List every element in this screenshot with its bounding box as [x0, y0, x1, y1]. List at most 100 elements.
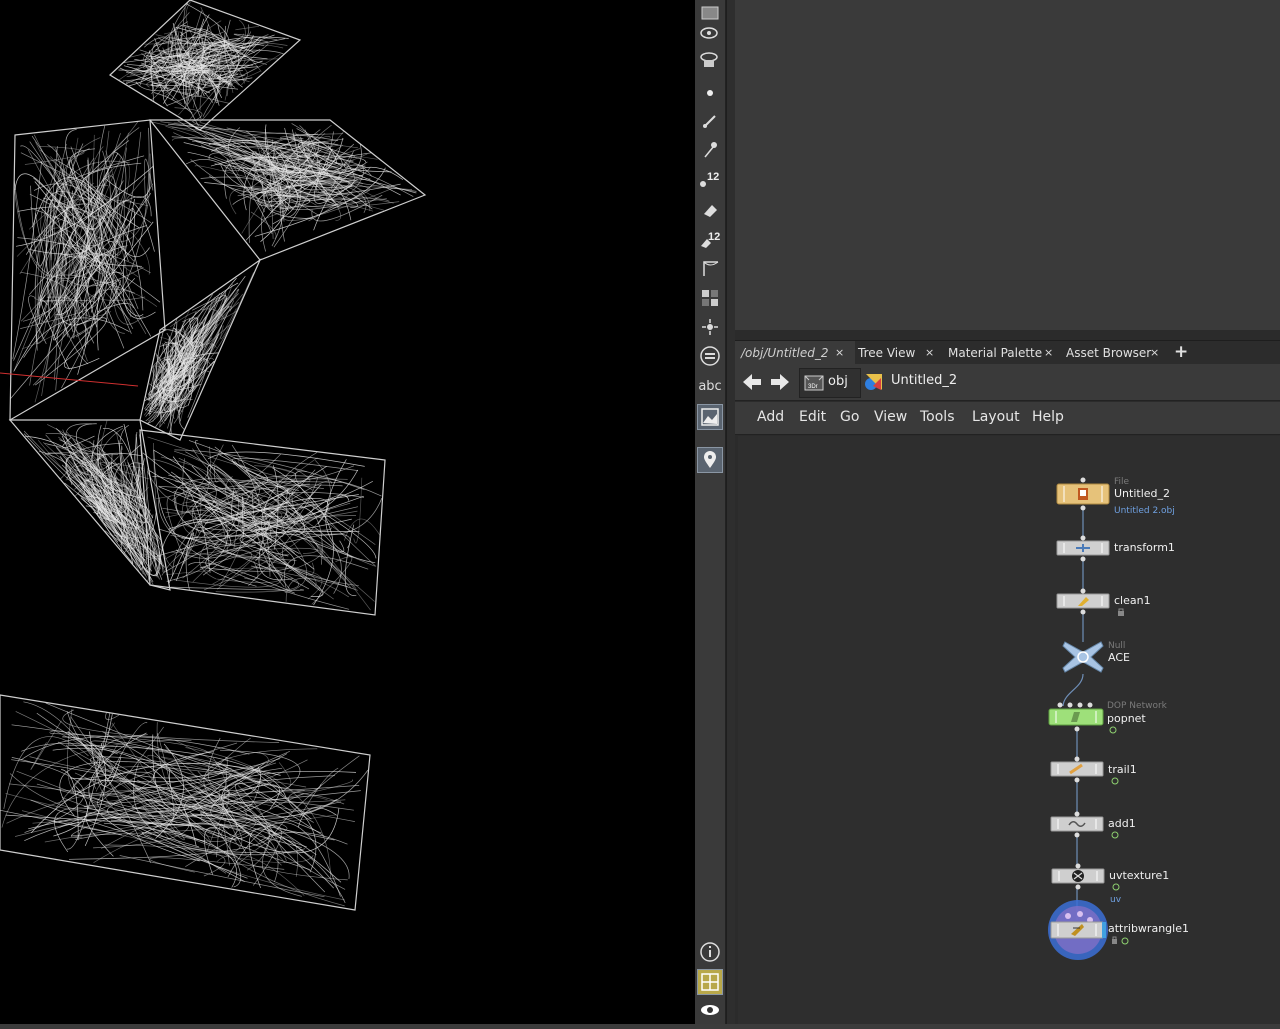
tab-tree-view[interactable]: Tree View × — [852, 341, 944, 365]
tab-label: /obj/Untitled_2 — [741, 346, 829, 360]
obj-context-icon: 3Dr — [804, 375, 824, 391]
file-node-icon — [1056, 477, 1110, 511]
tab-material-palette[interactable]: Material Palette × — [942, 341, 1062, 365]
node-name-label: trail1 — [1108, 763, 1137, 776]
node-name-label: transform1 — [1114, 541, 1175, 554]
back-arrow-icon[interactable] — [741, 372, 763, 396]
hair-strand — [104, 173, 151, 198]
tab-network-path[interactable]: /obj/Untitled_2 × — [735, 341, 855, 365]
menu-layout[interactable]: Layout — [972, 409, 1020, 425]
eye-icon[interactable] — [696, 20, 724, 46]
brush-icon[interactable] — [696, 108, 724, 134]
text-tool-label: abc — [698, 378, 722, 394]
location-icon[interactable] — [697, 447, 723, 473]
menu-add[interactable]: Add — [757, 409, 784, 425]
camera-icon[interactable] — [696, 46, 724, 72]
corner-icon[interactable] — [696, 255, 724, 281]
breadcrumb-object-label[interactable]: Untitled_2 — [891, 373, 957, 388]
add-tab-button[interactable]: + — [1168, 341, 1194, 365]
network-menu-bar: Add Edit Go View Tools Layout Help — [735, 402, 1280, 435]
node-name-label: add1 — [1108, 817, 1136, 830]
measure-icon[interactable]: 12 — [696, 166, 724, 192]
tab-label: Asset Browser — [1066, 346, 1152, 360]
x-axis-guide — [0, 372, 139, 387]
tab-label: Tree View — [858, 346, 916, 360]
layout-icon[interactable] — [697, 969, 723, 995]
tab-close-icon[interactable]: × — [1150, 341, 1159, 365]
hair-strand — [343, 518, 381, 541]
breadcrumb-context-label: obj — [828, 374, 848, 389]
scene-viewport[interactable] — [0, 0, 695, 1024]
status-strip — [0, 1024, 1280, 1029]
pane-tab-bar: /obj/Untitled_2 × Tree View × Material P… — [735, 340, 1280, 365]
uvtexture-node-icon — [1051, 863, 1105, 890]
tab-label: Material Palette — [948, 346, 1043, 360]
network-wires — [1062, 506, 1084, 920]
status-ring-icon — [1109, 726, 1117, 734]
attribwrangle-node-icon — [1048, 900, 1108, 960]
menu-tools[interactable]: Tools — [920, 409, 955, 425]
pane-splitter[interactable] — [726, 0, 735, 1024]
text-icon[interactable]: abc — [696, 373, 724, 399]
node-name-label: attribwrangle1 — [1108, 922, 1189, 935]
grid-icon[interactable] — [696, 285, 724, 311]
hair-strand — [237, 836, 299, 877]
node-file-label: Untitled 2.obj — [1114, 506, 1175, 516]
hair-strand — [243, 561, 259, 580]
transform-node-icon — [1056, 535, 1110, 562]
point-icon[interactable] — [696, 80, 724, 106]
node-type-label: File — [1114, 477, 1130, 487]
node-name-label: clean1 — [1114, 594, 1151, 607]
hair-strand — [34, 317, 107, 386]
node-type-label: DOP Network — [1107, 701, 1167, 711]
status-ring-icon — [1111, 831, 1119, 839]
null-node-icon — [1062, 641, 1104, 673]
breadcrumb-obj[interactable]: 3Dr obj — [799, 368, 861, 398]
viewport-toolbar: 12 12 abc — [695, 0, 726, 1024]
light-icon[interactable] — [696, 314, 724, 340]
tab-close-icon[interactable]: × — [1044, 341, 1053, 365]
node-type-label: Null — [1108, 641, 1126, 651]
trail-node-icon — [1050, 756, 1104, 783]
hair-geometry — [0, 0, 427, 911]
tab-close-icon[interactable]: × — [925, 341, 934, 365]
object-icon — [863, 372, 885, 396]
node-attrib-label: uv — [1110, 895, 1122, 905]
pin-icon[interactable] — [696, 137, 724, 163]
hair-strand — [33, 134, 127, 220]
network-editor[interactable]: File Untitled_2 Untitled 2.obj transform… — [738, 436, 1280, 1024]
node-name-label: uvtexture1 — [1109, 869, 1170, 882]
status-ring-icon — [1112, 883, 1120, 891]
svg-text:12: 12 — [708, 231, 720, 243]
eraser-icon[interactable] — [696, 197, 724, 223]
network-nav-bar: 3Dr obj Untitled_2 — [735, 364, 1280, 401]
node-name-label: ACE — [1108, 651, 1130, 664]
lock-icon — [1118, 608, 1124, 616]
image-icon[interactable] — [697, 404, 723, 430]
visibility-icon[interactable] — [696, 997, 724, 1023]
clean-node-icon — [1056, 588, 1110, 615]
hair-strand — [23, 701, 152, 863]
node-flags-icon — [1112, 936, 1129, 945]
menu-icon[interactable] — [696, 343, 724, 369]
parameter-pane — [735, 0, 1280, 330]
node-name-label: popnet — [1107, 712, 1146, 725]
tab-asset-browser[interactable]: Asset Browser × — [1060, 341, 1167, 365]
node-name-label: Untitled_2 — [1114, 487, 1171, 500]
svg-text:3Dr: 3Dr — [808, 384, 818, 390]
hair-strand — [187, 562, 295, 594]
forward-arrow-icon[interactable] — [769, 372, 791, 396]
menu-view[interactable]: View — [874, 409, 907, 425]
measure-count-icon[interactable]: 12 — [696, 226, 724, 252]
hair-strand — [235, 25, 259, 31]
add-node-icon — [1050, 811, 1104, 838]
status-ring-icon — [1111, 777, 1119, 785]
menu-edit[interactable]: Edit — [799, 409, 826, 425]
badge-12: 12 — [707, 171, 719, 183]
info-icon[interactable] — [696, 939, 724, 965]
hair-strand — [62, 709, 280, 743]
menu-go[interactable]: Go — [840, 409, 859, 425]
dop-network-node-icon — [1048, 702, 1104, 732]
menu-help[interactable]: Help — [1032, 409, 1064, 425]
tab-close-icon[interactable]: × — [835, 341, 844, 365]
